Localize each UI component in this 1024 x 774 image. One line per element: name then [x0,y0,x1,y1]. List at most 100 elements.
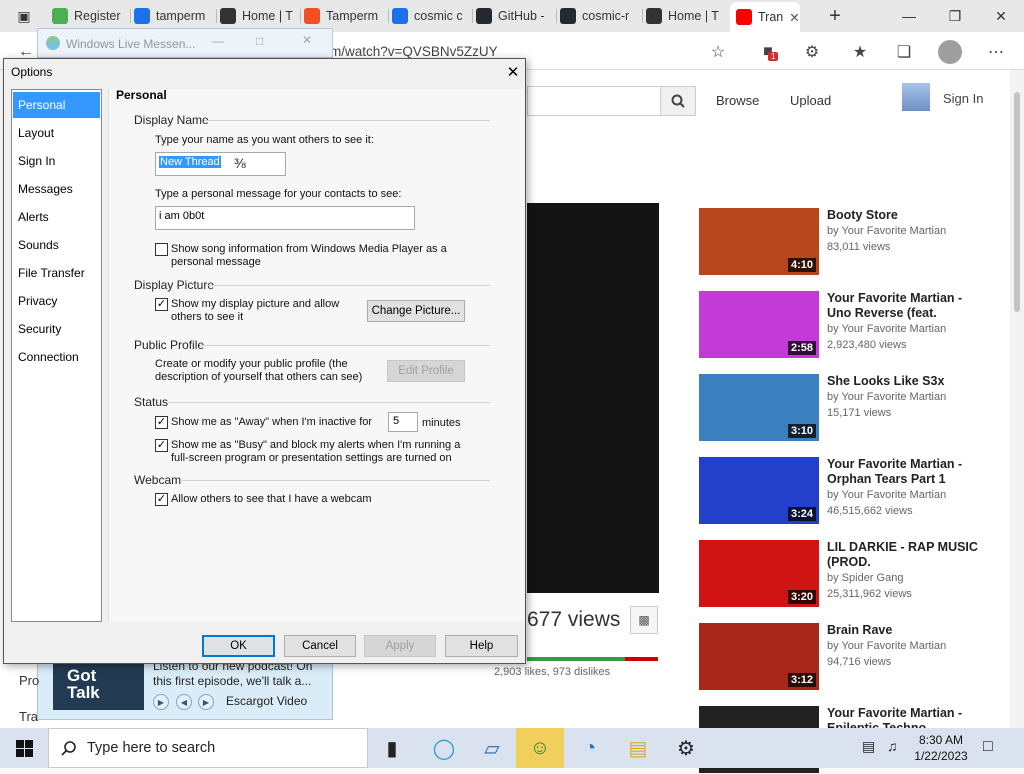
close-icon[interactable]: ✕ [978,0,1024,32]
video-search-input[interactable] [527,86,660,116]
video-thumbnail[interactable]: 3:20 [699,540,819,607]
next-icon[interactable]: ▶ [198,694,214,710]
browser-tab[interactable]: Tamperm [304,4,388,28]
new-tab-button[interactable]: + [812,0,858,32]
messenger-maximize-icon[interactable]: □ [256,34,263,48]
recommendation-item[interactable]: 3:12 Brain Rave by Your Favorite Martian 94… [699,623,999,691]
favorite-star-icon[interactable]: ☆ [706,40,730,64]
collections-icon[interactable]: ❏ [892,40,916,64]
video-channel[interactable]: by Your Favorite Martian [827,640,946,652]
video-player[interactable] [527,203,659,593]
personal-message-input[interactable]: i am 0b0t [155,206,415,230]
recommendation-item[interactable]: 4:10 Booty Store by Your Favorite Martian 8… [699,208,999,276]
browser-tab[interactable]: GitHub - [476,4,556,28]
browser-tab[interactable]: Tran ✕ [730,2,800,32]
messenger-minimize-icon[interactable]: — [212,34,224,48]
video-channel[interactable]: by Your Favorite Martian [827,391,946,403]
address-bar[interactable]: m/watch?v=QVSBNv5ZzUY [330,44,498,59]
browser-tab[interactable]: cosmic c [392,4,472,28]
minimize-icon[interactable]: — [886,0,932,32]
recommendation-item[interactable]: 2:58 Your Favorite Martian - Uno Reverse … [699,291,999,359]
notifications-icon[interactable]: □ [983,738,993,756]
explorer-app-icon[interactable]: ▱ [468,728,516,768]
show-picture-checkbox[interactable]: ✓ [155,298,168,311]
recommendation-item[interactable]: 3:20 LIL DARKIE - RAP MUSIC (PROD. by Spid… [699,540,999,608]
messenger-close-icon[interactable]: ✕ [302,33,312,47]
ok-button[interactable]: OK [202,635,275,657]
category-security[interactable]: Security [13,316,100,342]
stats-icon[interactable]: ▩ [630,606,658,634]
apply-button[interactable]: Apply [364,635,436,657]
video-channel[interactable]: by Your Favorite Martian [827,225,946,237]
cancel-button[interactable]: Cancel [284,635,356,657]
video-thumbnail[interactable]: 4:10 [699,208,819,275]
help-button[interactable]: Help [445,635,518,657]
video-title[interactable]: Your Favorite Martian - Orphan Tears Par… [827,457,982,487]
tab-close-icon[interactable]: ✕ [789,10,799,25]
settings-gear-icon[interactable]: ⚙ [662,728,710,768]
video-channel[interactable]: by Spider Gang [827,572,903,584]
video-title[interactable]: She Looks Like S3x [827,374,982,389]
video-thumbnail[interactable]: 3:10 [699,374,819,441]
video-thumbnail[interactable]: 3:24 [699,457,819,524]
video-title[interactable]: LIL DARKIE - RAP MUSIC (PROD. [827,540,982,570]
category-connection[interactable]: Connection [13,344,100,370]
category-sign-in[interactable]: Sign In [13,148,100,174]
previous-icon[interactable]: ◀ [176,694,192,710]
browser-tab[interactable]: cosmic-r [560,4,640,28]
profile-icon[interactable] [938,40,962,64]
category-privacy[interactable]: Privacy [13,288,100,314]
extension-icon[interactable]: ■ 1 [756,40,780,64]
video-thumbnail[interactable]: 2:58 [699,291,819,358]
play-icon[interactable]: ▶ [153,694,169,710]
video-thumbnail[interactable]: 3:12 [699,623,819,690]
task-view-icon[interactable]: ▮ [368,728,416,768]
messenger-taskbar-icon[interactable]: ☺ [516,728,564,768]
file-explorer-icon[interactable]: ▤ [614,728,662,768]
video-channel[interactable]: by Your Favorite Martian [827,323,946,335]
edge-browser-icon[interactable]: ◔ [566,728,614,768]
browser-tab[interactable]: Home | T [646,4,726,28]
system-clock[interactable]: 8:30 AM 1/22/2023 [912,732,970,764]
upload-link[interactable]: Upload [790,93,831,108]
song-info-checkbox[interactable] [155,243,168,256]
busy-checkbox[interactable]: ✓ [155,439,168,452]
network-icon[interactable]: ▤ [862,738,875,755]
restore-icon[interactable]: ❐ [932,0,978,32]
browser-tab[interactable]: Home | T [220,4,300,28]
video-title[interactable]: Booty Store [827,208,982,223]
away-checkbox[interactable]: ✓ [155,416,168,429]
category-personal[interactable]: Personal [13,92,100,118]
webcam-checkbox[interactable]: ✓ [155,493,168,506]
browser-tab[interactable]: Register [52,4,130,28]
edit-profile-button[interactable]: Edit Profile [387,360,465,382]
settings-more-icon[interactable]: ⋯ [984,40,1008,64]
video-channel[interactable]: by Your Favorite Martian [827,489,946,501]
category-sounds[interactable]: Sounds [13,232,100,258]
browser-tab[interactable]: tamperm [134,4,214,28]
browse-link[interactable]: Browse [716,93,759,108]
dialog-close-icon[interactable]: ✕ [501,61,525,83]
video-title[interactable]: Brain Rave [827,623,982,638]
away-minutes-input[interactable]: 5 [388,412,418,432]
pen-app-icon[interactable]: ◯ [420,728,468,768]
display-name-input[interactable]: New Thread [155,152,286,176]
favorites-icon[interactable]: ★ [848,40,872,64]
extensions-puzzle-icon[interactable]: ⚙ [800,40,824,64]
category-file-transfer[interactable]: File Transfer [13,260,100,286]
category-layout[interactable]: Layout [13,120,100,146]
podcast-source[interactable]: Escargot Video [226,694,307,708]
video-title[interactable]: Your Favorite Martian - Uno Reverse (fea… [827,291,982,321]
category-messages[interactable]: Messages [13,176,100,202]
avatar[interactable] [902,83,930,111]
recommendation-item[interactable]: 3:24 Your Favorite Martian - Orphan Tears… [699,457,999,525]
recommendation-item[interactable]: 3:10 She Looks Like S3x by Your Favorite M… [699,374,999,442]
change-picture-button[interactable]: Change Picture... [367,300,465,322]
sign-in-link[interactable]: Sign In [943,91,983,106]
category-alerts[interactable]: Alerts [13,204,100,230]
windows-start-icon[interactable] [0,728,48,768]
volume-icon[interactable]: ♫ [887,738,898,754]
podcast-thumbnail[interactable]: Got Talk [53,662,144,710]
scroll-thumb[interactable] [1014,92,1020,312]
search-icon[interactable] [660,86,696,116]
